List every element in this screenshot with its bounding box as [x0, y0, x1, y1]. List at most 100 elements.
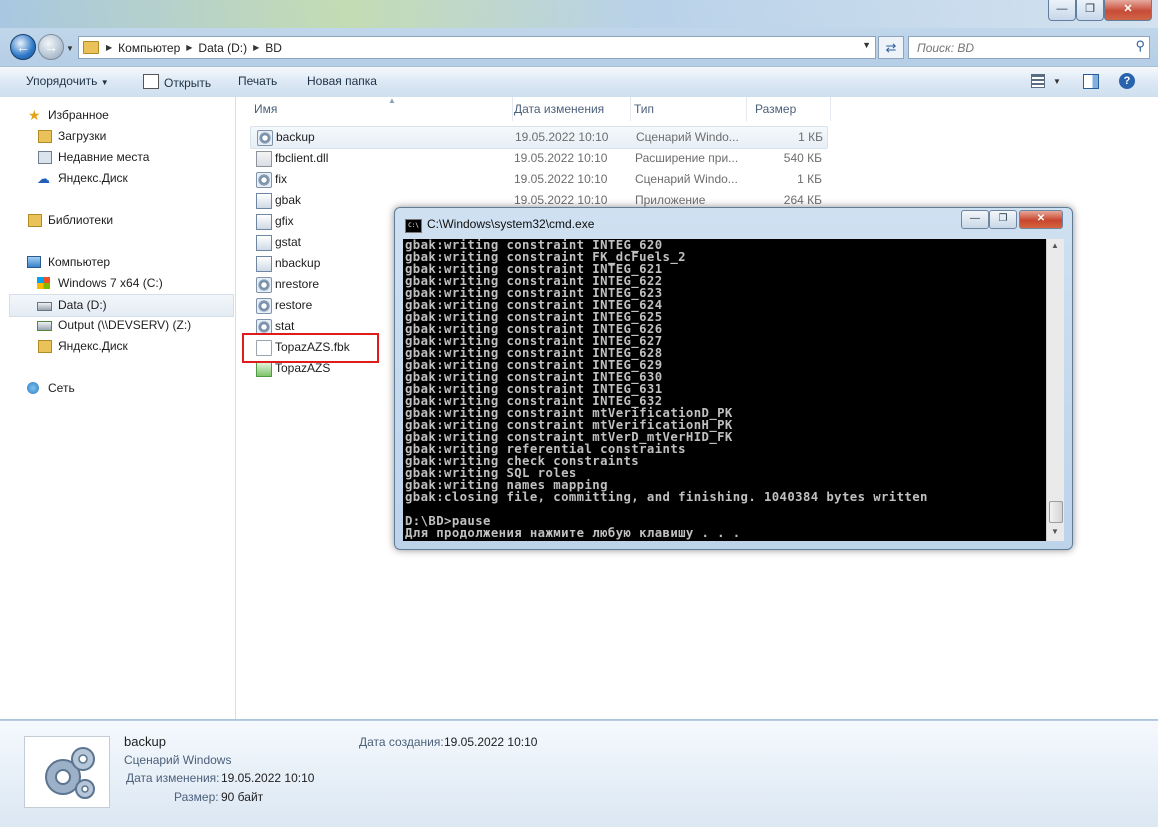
organize-button[interactable]: Упорядочить ▼ — [26, 74, 109, 88]
navigation-row: ← → ▼ ▶ Компьютер ▶ Data (D:) ▶ BD ▼ ⇄ ⚲ — [0, 32, 1158, 62]
cmd-close-button[interactable]: ✕ — [1019, 210, 1063, 229]
nav-network-label: Сеть — [48, 381, 75, 395]
column-date[interactable]: Дата изменения — [512, 97, 631, 121]
libraries-icon — [28, 214, 42, 227]
file-date: 19.05.2022 10:10 — [514, 193, 608, 207]
file-name: backup — [276, 130, 315, 144]
nav-drive-c[interactable]: Windows 7 x64 (C:) — [0, 273, 235, 294]
close-button[interactable]: ✕ — [1104, 0, 1152, 21]
command-bar: Упорядочить ▼ Открыть Печать Новая папка… — [0, 66, 1158, 98]
navigation-pane: ★ Избранное Загрузки Недавние места ☁ Ян… — [0, 97, 236, 719]
application-icon — [256, 256, 272, 272]
search-box[interactable]: ⚲ — [908, 36, 1150, 59]
application-icon — [256, 214, 272, 230]
highlight-box — [242, 333, 379, 363]
address-bar[interactable]: ▶ Компьютер ▶ Data (D:) ▶ BD ▼ — [78, 36, 876, 59]
file-name: nbackup — [275, 256, 321, 270]
breadcrumb-separator-icon[interactable]: ▶ — [253, 43, 259, 52]
detail-size-label: Размер: — [174, 790, 219, 804]
file-row[interactable]: backup 19.05.2022 10:10 Сценарий Windo..… — [250, 126, 828, 149]
nav-computer[interactable]: Компьютер — [0, 252, 235, 273]
file-name: nrestore — [275, 277, 320, 291]
drive-icon — [37, 302, 52, 311]
back-button[interactable]: ← — [10, 34, 36, 60]
file-date: 19.05.2022 10:10 — [514, 172, 608, 186]
script-gear-icon — [24, 736, 110, 808]
refresh-button[interactable]: ⇄ — [878, 36, 904, 59]
search-icon[interactable]: ⚲ — [1135, 38, 1145, 54]
cmd-window[interactable]: C:\ C:\Windows\system32\cmd.exe — ❐ ✕ gb… — [394, 207, 1073, 550]
nav-downloads[interactable]: Загрузки — [0, 126, 235, 147]
nav-network[interactable]: Сеть — [0, 378, 235, 399]
nav-drive-z[interactable]: Output (\\DEVSERV) (Z:) — [0, 315, 235, 336]
nav-recent-places[interactable]: Недавние места — [0, 147, 235, 168]
nav-recent-label: Недавние места — [58, 150, 150, 164]
preview-pane-icon[interactable] — [1083, 74, 1099, 89]
nav-yandex-disk[interactable]: Яндекс.Диск — [0, 336, 235, 357]
scroll-down-icon[interactable]: ▼ — [1051, 527, 1059, 536]
breadcrumb-separator-icon[interactable]: ▶ — [106, 43, 112, 52]
organize-label: Упорядочить — [26, 74, 98, 88]
file-name: gbak — [275, 193, 302, 207]
file-name: fix — [275, 172, 287, 186]
star-icon: ★ — [28, 107, 41, 123]
column-type[interactable]: Тип — [633, 97, 747, 121]
maximize-button[interactable]: ❐ — [1076, 0, 1104, 21]
application-icon — [256, 235, 272, 251]
breadcrumb-bd[interactable]: BD — [265, 41, 282, 55]
file-row[interactable]: fbclient.dll 19.05.2022 10:10 Расширение… — [250, 148, 826, 169]
console-scrollbar[interactable]: ▲ ▼ — [1046, 239, 1064, 541]
column-name[interactable]: Имя ▲ — [250, 96, 513, 121]
refresh-icon: ⇄ — [885, 40, 897, 55]
view-options-icon[interactable] — [1031, 74, 1045, 88]
console-output[interactable]: gbak:writing constraint INTEG_620 gbak:w… — [403, 239, 1046, 541]
detail-created-label: Дата создания: — [359, 735, 444, 749]
file-type: Приложение — [635, 193, 706, 207]
print-button[interactable]: Печать — [238, 74, 277, 88]
detail-created-value: 19.05.2022 10:10 — [444, 735, 538, 749]
console-text: gbak:writing constraint INTEG_620 gbak:w… — [405, 239, 928, 540]
nav-yadisk-label: Яндекс.Диск — [58, 339, 128, 353]
file-type: Расширение при... — [635, 151, 739, 165]
file-name: restore — [275, 298, 313, 312]
recent-places-icon — [38, 151, 52, 164]
nav-drive-c-label: Windows 7 x64 (C:) — [58, 276, 163, 290]
file-row[interactable]: fix 19.05.2022 10:10 Сценарий Windo... 1… — [250, 169, 826, 190]
nav-computer-label: Компьютер — [48, 255, 111, 269]
column-name-label: Имя — [254, 102, 278, 116]
yandex-disk-icon: ☁ — [37, 171, 50, 186]
scroll-up-icon[interactable]: ▲ — [1051, 241, 1059, 250]
cmd-minimize-button[interactable]: — — [961, 210, 989, 229]
breadcrumb-computer[interactable]: Компьютер — [118, 41, 180, 55]
breadcrumb-drive-d[interactable]: Data (D:) — [198, 41, 247, 55]
minimize-button[interactable]: — — [1048, 0, 1076, 21]
file-size: 540 КБ — [783, 151, 822, 165]
address-dropdown-icon[interactable]: ▼ — [862, 40, 871, 50]
open-label: Открыть — [164, 76, 212, 90]
nav-drive-d[interactable]: Data (D:) — [9, 294, 234, 317]
script-gear-icon — [256, 298, 272, 314]
detail-modified-label: Дата изменения: — [126, 771, 220, 785]
sort-ascending-icon: ▲ — [388, 96, 396, 105]
nav-favorites[interactable]: ★ Избранное — [0, 105, 235, 126]
scrollbar-thumb[interactable] — [1049, 501, 1063, 523]
new-folder-button[interactable]: Новая папка — [307, 74, 377, 88]
cmd-window-title: C:\Windows\system32\cmd.exe — [427, 217, 595, 231]
open-button[interactable]: Открыть — [143, 74, 211, 90]
file-type: Сценарий Windo... — [636, 130, 739, 144]
nav-yandex-disk-favorite[interactable]: ☁ Яндекс.Диск — [0, 168, 235, 189]
search-input[interactable] — [915, 37, 1129, 58]
windows-drive-icon — [37, 277, 50, 289]
forward-button[interactable]: → — [38, 34, 64, 60]
nav-libraries[interactable]: Библиотеки — [0, 210, 235, 231]
file-date: 19.05.2022 10:10 — [514, 151, 608, 165]
explorer-title-bar[interactable]: — ❐ ✕ — [0, 0, 1158, 28]
cmd-maximize-button[interactable]: ❐ — [989, 210, 1017, 229]
view-chevron-icon[interactable]: ▼ — [1053, 77, 1061, 86]
recent-pages-chevron-icon[interactable]: ▼ — [66, 44, 74, 53]
help-icon[interactable]: ? — [1119, 73, 1135, 89]
breadcrumb-separator-icon[interactable]: ▶ — [186, 43, 192, 52]
script-gear-icon — [256, 277, 272, 293]
column-size[interactable]: Размер — [752, 97, 831, 121]
yandex-disk-folder-icon — [38, 340, 52, 353]
